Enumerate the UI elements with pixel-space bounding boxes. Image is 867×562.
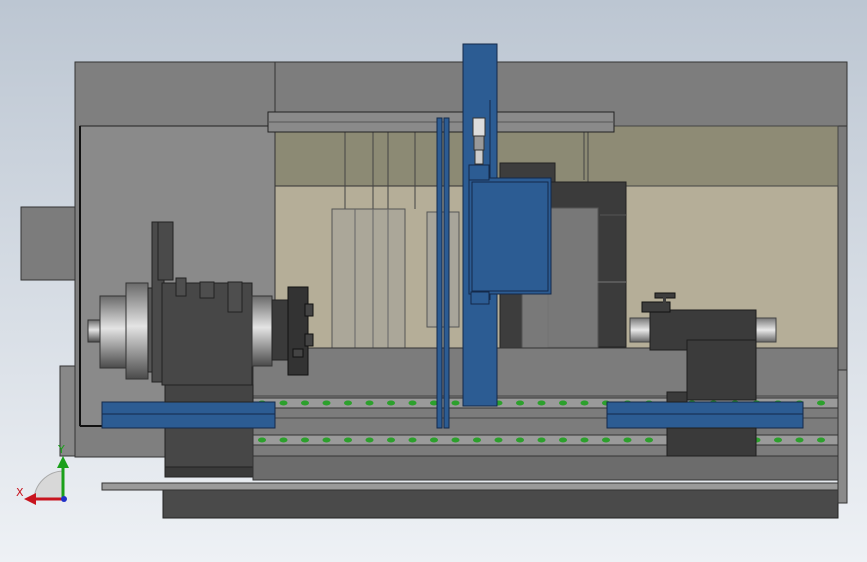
lathe-model-view[interactable] — [0, 0, 867, 562]
rail-marker — [430, 437, 438, 443]
chuck — [271, 299, 291, 361]
rail-marker — [279, 437, 288, 443]
rail-marker — [301, 437, 309, 443]
axis-y-label: Y — [58, 443, 65, 456]
axis-x-label: X — [16, 486, 24, 499]
left-carriage[interactable] — [101, 401, 276, 429]
rail-marker — [559, 437, 567, 443]
rail-marker — [322, 437, 331, 443]
rail-marker — [602, 437, 610, 443]
rail-marker — [301, 400, 309, 406]
rail-marker — [408, 437, 417, 443]
rail-marker — [494, 437, 503, 443]
rail-marker — [516, 400, 524, 406]
right-carriage[interactable] — [606, 401, 804, 429]
rail-marker — [408, 400, 417, 406]
rail-marker — [365, 437, 374, 443]
rail-marker — [559, 400, 567, 406]
rail-marker — [473, 437, 481, 443]
rail-marker — [387, 400, 395, 406]
rail-marker — [645, 437, 653, 443]
rail-marker — [258, 437, 266, 443]
rail-marker — [451, 437, 460, 443]
rail-marker — [451, 400, 460, 406]
rail-marker — [623, 437, 632, 443]
bed-front-rail — [101, 482, 848, 491]
rail-marker — [817, 400, 825, 406]
rail-marker — [580, 437, 589, 443]
rail-marker — [279, 400, 288, 406]
rail-marker — [387, 437, 395, 443]
rail-marker — [516, 437, 524, 443]
rail-marker — [580, 400, 589, 406]
cad-viewport[interactable]: X Y — [0, 0, 867, 562]
rail-marker — [344, 437, 352, 443]
rail-marker — [774, 437, 782, 443]
rail-marker — [537, 400, 546, 406]
side-motor-box — [20, 206, 76, 281]
rail-marker — [365, 400, 374, 406]
rail-marker — [537, 437, 546, 443]
rail-marker — [817, 437, 825, 443]
rail-marker — [795, 437, 804, 443]
rail-marker — [344, 400, 352, 406]
rail-marker — [322, 400, 331, 406]
